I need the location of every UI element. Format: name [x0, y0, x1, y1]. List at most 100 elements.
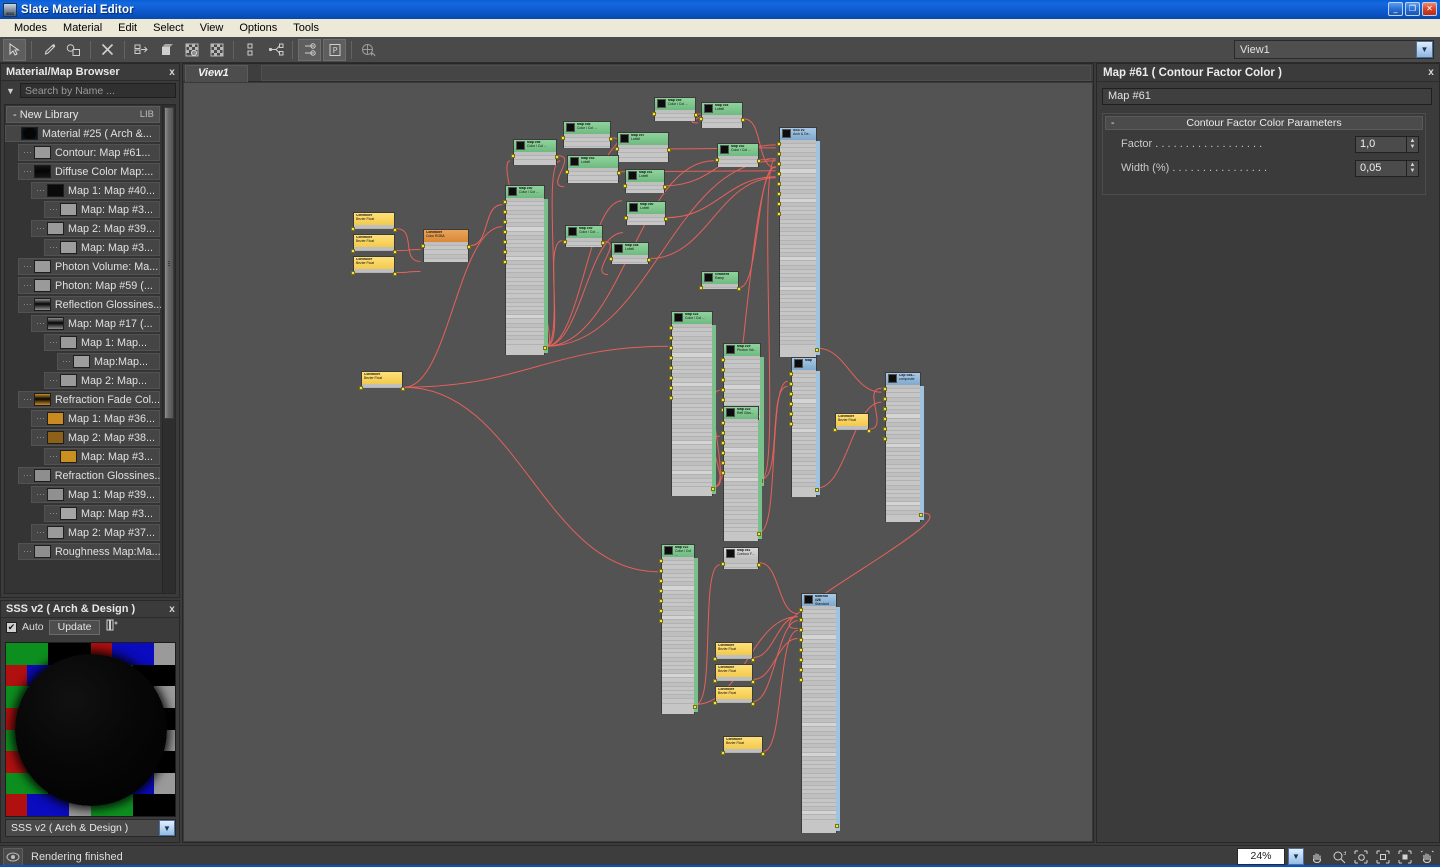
graph-node[interactable]: Controller Bezier Float [351, 256, 397, 276]
zoom-chevron-down-icon[interactable]: ▼ [1288, 848, 1304, 865]
graph-node[interactable]: Controller Color RGBA [421, 229, 471, 262]
node-output-socket[interactable] [757, 159, 761, 163]
zoom-region-icon[interactable] [1351, 848, 1370, 866]
node-input-socket[interactable] [713, 657, 717, 661]
graph-node[interactable]: Controller Bezier Float [351, 234, 397, 254]
tab-view1[interactable]: View1 [185, 65, 248, 82]
browser-tree-item[interactable]: ⋯ Map 1: Map... [5, 333, 161, 352]
node-input-socket[interactable] [623, 184, 627, 188]
node-input-socket[interactable] [789, 392, 793, 396]
map-name-input[interactable]: Map #61 [1102, 88, 1432, 105]
browser-tree-item[interactable]: ⋯ Map 1: Map #40... [5, 181, 161, 200]
width-spinner-arrows[interactable]: ▲ ▼ [1407, 159, 1419, 177]
node-output-socket[interactable] [617, 171, 621, 175]
graph-node[interactable]: Controller Bezier Float [713, 642, 755, 662]
show-background-icon[interactable] [180, 39, 203, 61]
node-input-socket[interactable] [715, 158, 719, 162]
node-input-socket[interactable] [503, 260, 507, 264]
browser-tree-item[interactable]: ⋯ Map 2: Map... [5, 371, 161, 390]
factor-value[interactable]: 1,0 [1355, 135, 1407, 153]
graph-node[interactable]: Map #30 Color / Col ... [503, 185, 548, 355]
node-input-socket[interactable] [721, 441, 725, 445]
factor-spinner[interactable]: 1,0 ▲ ▼ [1355, 135, 1419, 153]
node-input-socket[interactable] [777, 142, 781, 146]
update-button[interactable]: Update [48, 619, 101, 635]
graph-node[interactable]: SSS v2 Arch & De... [777, 127, 820, 357]
menu-view[interactable]: View [192, 20, 232, 36]
browser-tree-item[interactable]: ⋯ Map:Map... [5, 352, 161, 371]
node-input-socket[interactable] [511, 154, 515, 158]
show-checker-icon[interactable] [205, 39, 228, 61]
node-output-socket[interactable] [751, 658, 755, 662]
node-input-socket[interactable] [503, 220, 507, 224]
menu-select[interactable]: Select [145, 20, 192, 36]
node-input-socket[interactable] [659, 619, 663, 623]
chevron-down-icon[interactable]: ▼ [1416, 41, 1433, 58]
graph-node[interactable]: Map #48 Lobell [609, 242, 651, 264]
graph-node[interactable]: Map #49 Color / Col ... [563, 225, 605, 247]
node-input-socket[interactable] [721, 421, 725, 425]
node-input-socket[interactable] [503, 210, 507, 214]
node-output-socket[interactable] [393, 250, 397, 254]
layout-all-icon[interactable] [239, 39, 262, 61]
width-value[interactable]: 0,05 [1355, 159, 1407, 177]
node-input-socket[interactable] [799, 618, 803, 622]
browser-tree-item[interactable]: ⋯ Photon Volume: Ma... [5, 257, 161, 276]
browser-tree-item[interactable]: ⋯ Map: Map #3... [5, 200, 161, 219]
browser-tree-item[interactable]: ⋯ Roughness Map:Ma... [5, 542, 161, 561]
node-output-socket[interactable] [667, 148, 671, 152]
node-output-socket[interactable] [761, 752, 765, 756]
node-input-socket[interactable] [789, 372, 793, 376]
node-input-socket[interactable] [883, 387, 887, 391]
browser-tree-item[interactable]: ⋯ Contour: Map #61... [5, 143, 161, 162]
browser-tree-item[interactable]: ⋯ Map: Map #3... [5, 504, 161, 523]
graph-node[interactable]: Map #24 Color / Col ... [669, 311, 716, 496]
graph-node[interactable]: Gradient Ramp [699, 271, 741, 291]
node-input-socket[interactable] [789, 422, 793, 426]
node-input-socket[interactable] [669, 356, 673, 360]
close-button[interactable]: ✕ [1422, 2, 1437, 16]
graph-node[interactable]: Map #61 Contour F... [721, 547, 761, 569]
node-input-socket[interactable] [777, 202, 781, 206]
browser-tree-item[interactable]: ⋯ Map 2: Map #37... [5, 523, 161, 542]
preview-close-icon[interactable]: x [165, 604, 179, 615]
graph-node[interactable]: Map #53 Lobell [565, 155, 621, 183]
node-input-socket[interactable] [721, 398, 725, 402]
menu-options[interactable]: Options [231, 20, 285, 36]
browser-tree-item[interactable]: ⋯ Map 2: Map #38... [5, 428, 161, 447]
node-output-socket[interactable] [815, 488, 819, 492]
node-input-socket[interactable] [565, 170, 569, 174]
material-id-channel-icon[interactable] [298, 38, 321, 61]
view-selector[interactable]: View1 ▼ [1234, 40, 1434, 59]
node-output-socket[interactable] [751, 702, 755, 706]
browser-scrollbar-thumb[interactable] [164, 107, 174, 419]
node-input-socket[interactable] [659, 609, 663, 613]
node-input-socket[interactable] [609, 257, 613, 261]
pan-hand-icon[interactable] [1307, 848, 1326, 866]
node-input-socket[interactable] [669, 346, 673, 350]
node-input-socket[interactable] [777, 152, 781, 156]
node-input-socket[interactable] [503, 200, 507, 204]
node-output-socket[interactable] [393, 272, 397, 276]
node-output-socket[interactable] [693, 705, 697, 709]
node-input-socket[interactable] [721, 751, 725, 755]
preview-options-icon[interactable] [105, 619, 118, 635]
node-input-socket[interactable] [789, 412, 793, 416]
node-input-socket[interactable] [721, 461, 725, 465]
graph-node[interactable]: Map #23 Refl Glos... [721, 406, 762, 541]
node-output-socket[interactable] [757, 532, 761, 536]
node-input-socket[interactable] [721, 368, 725, 372]
graph-node[interactable]: Map #57 Lobell [615, 132, 671, 162]
node-output-socket[interactable] [867, 429, 871, 433]
node-input-socket[interactable] [421, 244, 425, 248]
node-input-socket[interactable] [799, 648, 803, 652]
node-input-socket[interactable] [669, 396, 673, 400]
factor-spinner-arrows[interactable]: ▲ ▼ [1407, 135, 1419, 153]
node-input-socket[interactable] [615, 147, 619, 151]
pan-all-icon[interactable] [1417, 848, 1436, 866]
search-input[interactable]: Search by Name ... [20, 83, 176, 98]
node-input-socket[interactable] [351, 249, 355, 253]
node-input-socket[interactable] [659, 579, 663, 583]
node-input-socket[interactable] [359, 386, 363, 390]
node-input-socket[interactable] [721, 358, 725, 362]
